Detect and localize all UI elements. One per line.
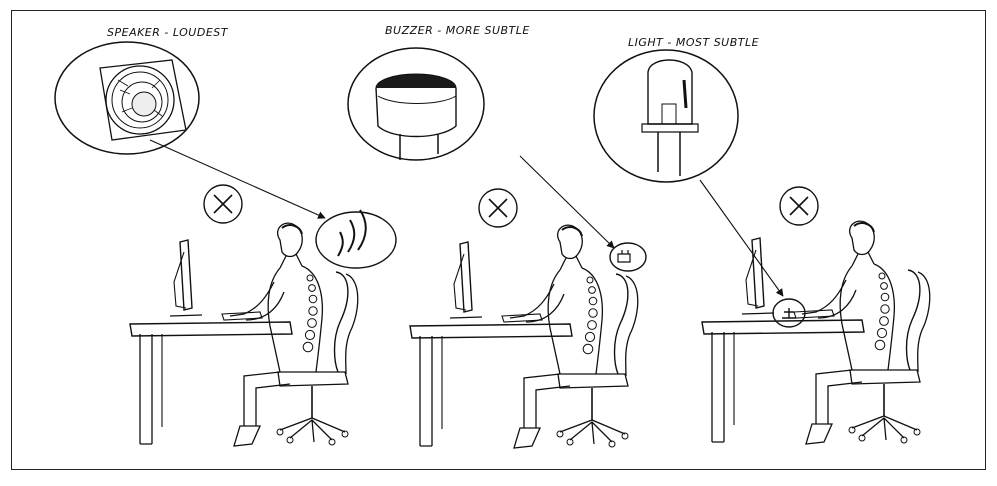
buzzer-zoom-bubble xyxy=(347,47,485,161)
buzzer-callout xyxy=(609,242,647,272)
speaker-icon xyxy=(99,59,187,141)
cross-icon xyxy=(478,188,518,228)
led-light-icon xyxy=(641,59,699,176)
buzzer-icon xyxy=(375,73,457,160)
diagram-drawing xyxy=(54,41,931,449)
person-at-desk-icon xyxy=(701,220,931,445)
buzzer-arrow xyxy=(519,155,615,249)
cross-icon xyxy=(203,184,243,224)
cross-icon xyxy=(779,186,819,226)
speaker-zoom-bubble xyxy=(54,41,200,155)
speaker-callout xyxy=(315,209,397,269)
light-zoom-bubble xyxy=(593,49,739,183)
light-arrow xyxy=(699,179,784,297)
person-at-desk-icon xyxy=(409,224,639,449)
light-callout xyxy=(772,298,806,328)
